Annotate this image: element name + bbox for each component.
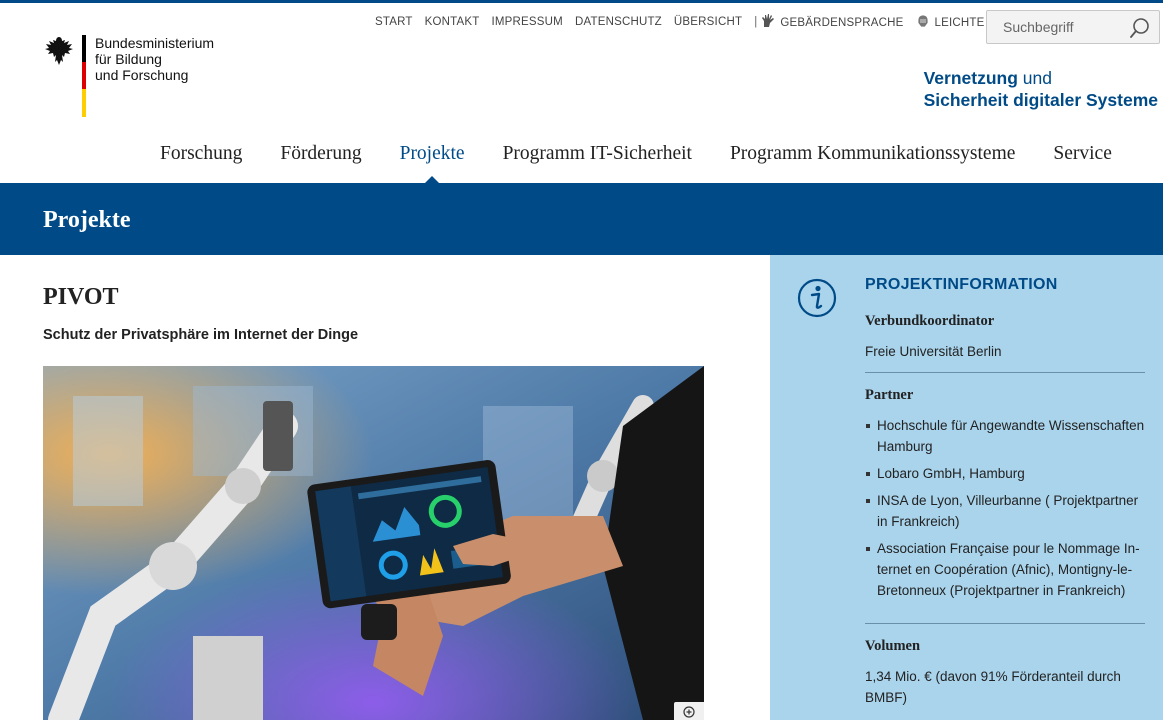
coordinator-label: Verbundkoordinator xyxy=(865,313,995,329)
sidebar-heading: PROJEKTINFORMATION xyxy=(865,276,1058,293)
zoom-in-icon xyxy=(683,706,695,718)
ministry-name: Bundesministerium für Bildung und Forsch… xyxy=(95,35,215,83)
nav-item-it-sicherheit[interactable]: Programm IT-Sicherheit xyxy=(503,143,692,165)
list-item: Lobaro GmbH, Hamburg xyxy=(865,463,1145,484)
divider xyxy=(865,623,1145,624)
coordinator-value: Freie Universität Berlin xyxy=(865,344,1002,359)
volume-label: Volumen xyxy=(865,638,921,654)
partner-label: Partner xyxy=(865,387,914,403)
site-title[interactable]: Vernetzung und Sicherheit digitaler Syst… xyxy=(924,67,1158,111)
service-nav-separator: | xyxy=(754,15,758,28)
factory-tablet-illustration xyxy=(43,366,704,720)
section-banner: Projekte xyxy=(0,183,1163,255)
service-nav: START KONTAKT IMPRESSUM DATENSCHUTZ ÜBER… xyxy=(375,14,1057,29)
nav-item-foerderung[interactable]: Förderung xyxy=(280,143,361,165)
sign-language-icon xyxy=(762,14,775,27)
list-item: INSA de Lyon, Villeurbanne ( Projektpart… xyxy=(865,490,1145,532)
partner-section: Partner Hochschule für Angewandte Wissen… xyxy=(865,387,1145,607)
service-link-start[interactable]: START xyxy=(375,16,413,28)
list-item: Hochschule für Angewandte Wissenschaften… xyxy=(865,415,1145,457)
info-icon xyxy=(797,278,837,318)
service-link-sign-language[interactable]: GEBÄRDENSPRACHE xyxy=(761,14,903,29)
divider xyxy=(865,372,1145,373)
german-flag-bar xyxy=(82,35,86,117)
section-title: Projekte xyxy=(43,207,131,233)
coordinator-section: Verbundkoordinator Freie Universität Ber… xyxy=(865,313,1145,362)
project-image[interactable] xyxy=(43,366,704,720)
main-nav: Forschung Förderung Projekte Programm IT… xyxy=(160,143,1150,184)
easy-language-icon xyxy=(917,14,928,28)
nav-item-forschung[interactable]: Forschung xyxy=(160,143,242,165)
top-accent-line xyxy=(0,0,1163,3)
volume-section: Volumen 1,34 Mio. € (davon 91% Förderant… xyxy=(865,638,1145,708)
federal-eagle-icon xyxy=(45,37,73,65)
service-link-impressum[interactable]: IMPRESSUM xyxy=(492,16,563,28)
search-input[interactable] xyxy=(987,11,1127,43)
volume-value: 1,34 Mio. € (davon 91% Förderanteil durc… xyxy=(865,669,1121,705)
nav-item-kommunikationssysteme[interactable]: Programm Kommunikationssysteme xyxy=(730,143,1015,165)
zoom-button[interactable] xyxy=(674,702,704,720)
service-link-uebersicht[interactable]: ÜBERSICHT xyxy=(674,16,742,28)
service-link-datenschutz[interactable]: DATENSCHUTZ xyxy=(575,16,662,28)
nav-item-service[interactable]: Service xyxy=(1053,143,1111,165)
partner-list: Hochschule für Angewandte Wissenschaften… xyxy=(865,415,1145,601)
search-box xyxy=(986,10,1160,44)
search-icon[interactable] xyxy=(1129,17,1151,39)
bmbf-logo[interactable]: Bundesministerium für Bildung und Forsch… xyxy=(43,35,243,120)
project-info-sidebar: PROJEKTINFORMATION Verbundkoordinator Fr… xyxy=(770,255,1163,720)
project-title: PIVOT xyxy=(43,284,119,310)
project-subtitle: Schutz der Privatsphäre im Internet der … xyxy=(43,327,359,343)
service-link-kontakt[interactable]: KONTAKT xyxy=(425,16,480,28)
nav-item-projekte[interactable]: Projekte xyxy=(400,143,465,184)
list-item: Association Française pour le Nommage In… xyxy=(865,538,1145,601)
